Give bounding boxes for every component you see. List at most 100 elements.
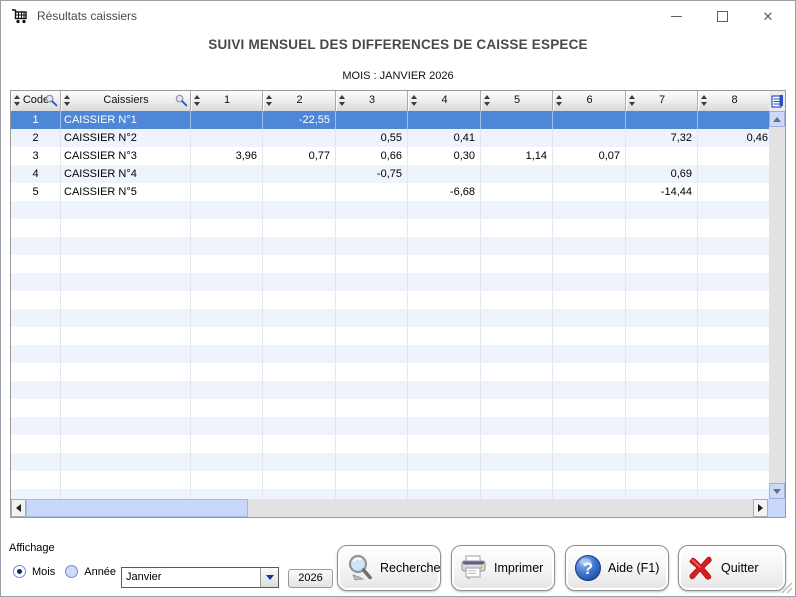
table-cell (626, 273, 698, 291)
table-cell (11, 363, 61, 381)
table-cell (408, 273, 481, 291)
column-header-7[interactable]: 7 (626, 91, 698, 111)
table-row-empty[interactable] (11, 309, 769, 327)
table-cell (11, 327, 61, 345)
table-cell (481, 183, 553, 201)
help-icon: ? (575, 555, 601, 581)
table-row-empty[interactable] (11, 471, 769, 489)
table-cell: 0,77 (263, 147, 336, 165)
scroll-down-button[interactable] (769, 483, 785, 499)
quitter-button[interactable]: Quitter (678, 545, 786, 591)
month-dropdown[interactable]: Janvier (121, 567, 279, 588)
table-cell (408, 417, 481, 435)
table-cell (626, 201, 698, 219)
vertical-scrollbar[interactable] (769, 111, 785, 499)
table-row[interactable]: 1 CAISSIER N°1 -22,55 (11, 111, 769, 129)
horizontal-scroll-thumb[interactable] (26, 499, 248, 517)
table-row[interactable]: 2 CAISSIER N°2 0,55 0,41 7,32 0,46 (11, 129, 769, 147)
table-cell (11, 219, 61, 237)
table-cell (336, 363, 408, 381)
table-row-empty[interactable] (11, 237, 769, 255)
table-cell (191, 453, 263, 471)
table-cell: 4 (11, 165, 61, 183)
table-cell (263, 435, 336, 453)
column-header-label: 5 (513, 94, 521, 106)
arrow-right-icon (758, 504, 763, 512)
table-cell (481, 489, 553, 499)
table-header-row: Code Caissiers 1 2 3 4 5 6 7 8 (11, 91, 769, 111)
maximize-button[interactable] (699, 1, 745, 31)
table-menu-icon[interactable] (769, 91, 785, 111)
table-cell (11, 435, 61, 453)
table-cell (61, 345, 191, 363)
table-row-empty[interactable] (11, 363, 769, 381)
table-row-empty[interactable] (11, 327, 769, 345)
table-cell (481, 417, 553, 435)
table-cell (408, 237, 481, 255)
table-cell: -0,75 (336, 165, 408, 183)
column-header-caissiers[interactable]: Caissiers (61, 91, 191, 111)
table-row-empty[interactable] (11, 399, 769, 417)
table-cell (553, 183, 626, 201)
horizontal-scrollbar[interactable] (11, 499, 768, 517)
table-cell (698, 255, 769, 273)
column-header-5[interactable]: 5 (481, 91, 553, 111)
magnifier-icon[interactable] (175, 94, 188, 107)
table-cell (698, 381, 769, 399)
table-row-empty[interactable] (11, 273, 769, 291)
sort-arrows-icon (339, 95, 346, 107)
dropdown-button[interactable] (260, 568, 278, 587)
imprimer-button[interactable]: Imprimer (451, 545, 555, 591)
table-row-empty[interactable] (11, 255, 769, 273)
table-row[interactable]: 4 CAISSIER N°4 -0,75 0,69 (11, 165, 769, 183)
table-row[interactable]: 3 CAISSIER N°3 3,96 0,77 0,66 0,30 1,14 0,07 (11, 147, 769, 165)
scroll-left-button[interactable] (11, 499, 26, 517)
printer-icon (461, 555, 486, 580)
column-header-code[interactable]: Code (11, 91, 61, 111)
recherche-button[interactable]: Recherche (337, 545, 441, 591)
table-row[interactable]: 5 CAISSIER N°5 -6,68 -14,44 (11, 183, 769, 201)
table-cell (61, 273, 191, 291)
table-row-empty[interactable] (11, 345, 769, 363)
table-cell: 0,41 (408, 129, 481, 147)
magnifier-icon[interactable] (45, 94, 58, 107)
scroll-up-button[interactable] (769, 111, 785, 127)
scroll-right-button[interactable] (753, 499, 768, 517)
table-cell (553, 417, 626, 435)
column-header-6[interactable]: 6 (553, 91, 626, 111)
table-row-empty[interactable] (11, 291, 769, 309)
column-header-8[interactable]: 8 (698, 91, 769, 111)
table-row-empty[interactable] (11, 435, 769, 453)
radio-annee[interactable] (65, 565, 79, 578)
month-dropdown-value: Janvier (126, 571, 162, 583)
app-window: Résultats caissiers ✕ SUIVI MENSUEL DES … (0, 0, 796, 597)
table-cell (263, 273, 336, 291)
column-header-4[interactable]: 4 (408, 91, 481, 111)
table-cell (408, 399, 481, 417)
table-cell (698, 183, 769, 201)
column-header-label: 4 (441, 94, 448, 106)
table-row-empty[interactable] (11, 201, 769, 219)
table-row-empty[interactable] (11, 219, 769, 237)
table-cell (263, 255, 336, 273)
table-row-empty[interactable] (11, 417, 769, 435)
table-cell: 2 (11, 129, 61, 147)
table-row-empty[interactable] (11, 453, 769, 471)
aide-button[interactable]: ? Aide (F1) (565, 545, 669, 591)
minimize-button[interactable] (653, 1, 699, 31)
table-cell (191, 417, 263, 435)
column-header-1[interactable]: 1 (191, 91, 263, 111)
table-cell (553, 363, 626, 381)
close-button[interactable]: ✕ (745, 1, 791, 31)
column-header-2[interactable]: 2 (263, 91, 336, 111)
year-field[interactable]: 2026 (288, 569, 333, 588)
table-cell (626, 345, 698, 363)
table-cell (263, 327, 336, 345)
radio-mois[interactable] (13, 565, 26, 578)
table-row-empty[interactable] (11, 381, 769, 399)
table-cell (626, 399, 698, 417)
table-row-empty[interactable] (11, 489, 769, 499)
table-cell (336, 309, 408, 327)
column-header-3[interactable]: 3 (336, 91, 408, 111)
resize-grip[interactable] (778, 579, 793, 594)
